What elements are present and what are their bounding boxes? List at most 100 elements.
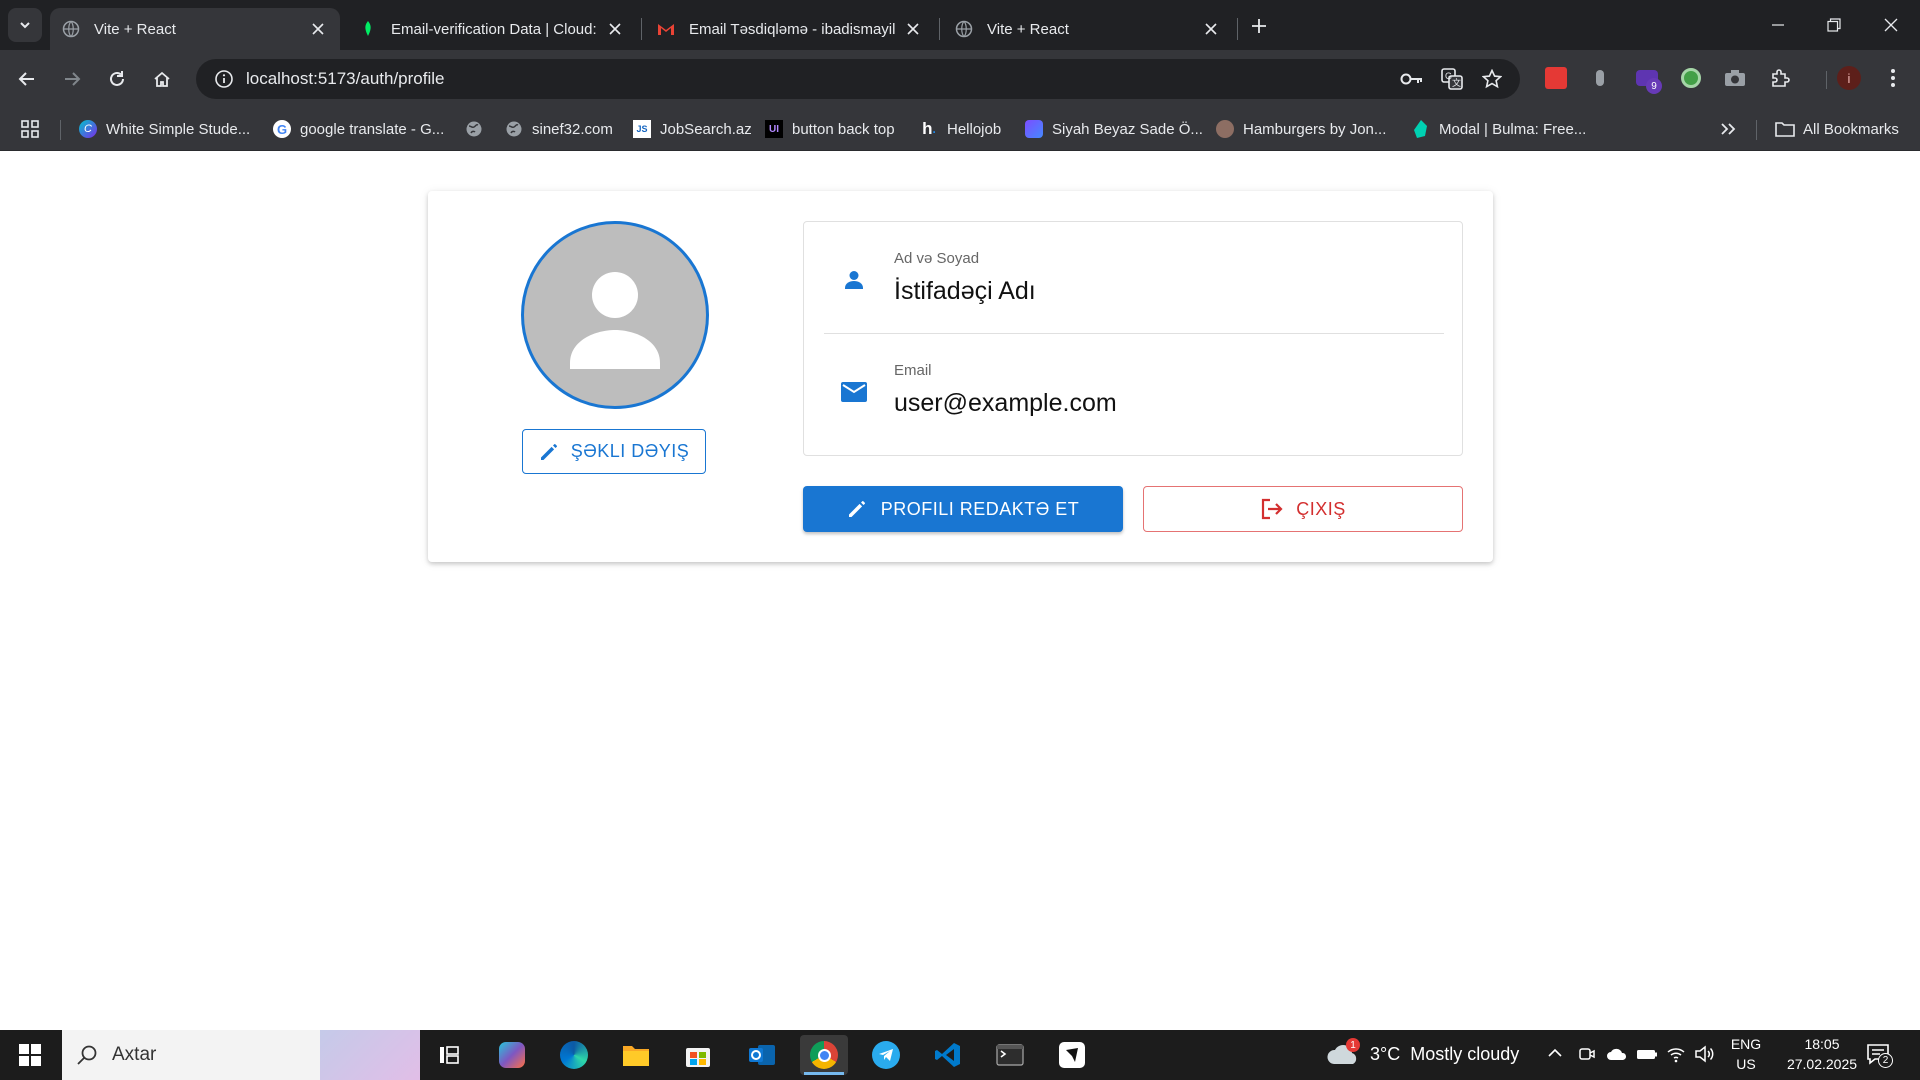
start-button[interactable] xyxy=(0,1030,60,1080)
home-button[interactable] xyxy=(146,63,178,95)
file-explorer-app[interactable] xyxy=(612,1035,660,1075)
microsoft-store-app[interactable] xyxy=(674,1035,722,1075)
forward-button[interactable] xyxy=(56,63,88,95)
task-view-button[interactable] xyxy=(425,1035,473,1075)
google-icon: G xyxy=(272,119,292,139)
telegram-app[interactable] xyxy=(862,1035,910,1075)
bookmark-bulma-modal[interactable]: Modal | Bulma: Free... xyxy=(1411,116,1586,142)
bookmark-google-translate[interactable]: G google translate - G... xyxy=(272,116,444,142)
extension-purple-icon[interactable]: 9 xyxy=(1632,63,1662,94)
tab-separator xyxy=(939,18,940,40)
copilot-app[interactable] xyxy=(488,1035,536,1075)
bookmark-globe[interactable] xyxy=(464,116,492,142)
site-info-button[interactable] xyxy=(204,59,244,99)
search-icon xyxy=(77,1045,97,1065)
more-menu-icon[interactable] xyxy=(1878,63,1908,93)
chevron-up-icon[interactable] xyxy=(1546,1044,1564,1067)
svg-text:文: 文 xyxy=(1452,77,1461,88)
bookmark-hamburgers[interactable]: Hamburgers by Jon... xyxy=(1215,116,1386,142)
tab-vite-react-2[interactable]: Vite + React xyxy=(943,8,1233,50)
bookmark-button-back-top[interactable]: UI button back top xyxy=(764,116,895,142)
close-icon[interactable] xyxy=(308,19,328,39)
tab-search-button[interactable] xyxy=(8,8,42,42)
close-icon[interactable] xyxy=(605,19,625,39)
chrome-icon xyxy=(810,1041,838,1069)
meet-now-icon[interactable] xyxy=(1578,1045,1596,1068)
extension-green-icon[interactable] xyxy=(1676,63,1706,93)
browser-toolbar: localhost:5173/auth/profile G文 9 i xyxy=(0,50,1920,108)
wifi-icon[interactable] xyxy=(1666,1045,1686,1068)
battery-icon[interactable] xyxy=(1636,1045,1658,1068)
restore-button[interactable] xyxy=(1805,0,1863,50)
extension-badge: 9 xyxy=(1646,78,1662,94)
tab-gmail[interactable]: Email Təsdiqləmə - ibadismayilo xyxy=(645,8,935,50)
address-bar[interactable]: localhost:5173/auth/profile G文 xyxy=(196,59,1520,99)
translate-icon: G文 xyxy=(1441,68,1463,90)
hamburger-icon xyxy=(1215,119,1235,139)
volume-icon[interactable] xyxy=(1694,1045,1716,1068)
extensions-puzzle-icon[interactable] xyxy=(1766,63,1796,93)
bookmark-white-simple[interactable]: C White Simple Stude... xyxy=(78,116,250,142)
close-window-button[interactable] xyxy=(1862,0,1920,50)
globe-icon xyxy=(955,20,973,38)
tab-title: Vite + React xyxy=(94,20,176,38)
reload-button[interactable] xyxy=(101,63,133,95)
close-icon xyxy=(1884,18,1898,32)
onedrive-icon[interactable] xyxy=(1606,1045,1628,1068)
bookmark-sinef32[interactable]: sinef32.com xyxy=(504,116,613,142)
bookmark-jobsearch[interactable]: JS JobSearch.az xyxy=(632,116,752,142)
translate-button[interactable]: G文 xyxy=(1436,63,1468,95)
terminal-app[interactable] xyxy=(986,1035,1034,1075)
apps-grid-icon xyxy=(21,120,39,138)
back-button[interactable] xyxy=(11,63,43,95)
arrow-right-icon xyxy=(65,72,81,86)
edit-profile-label: PROFILI REDAKTƏ ET xyxy=(880,498,1080,519)
restore-icon xyxy=(1827,18,1841,32)
email-row: Email user@example.com xyxy=(824,334,1444,424)
extension-red-icon[interactable] xyxy=(1541,63,1571,93)
folder-icon xyxy=(1775,119,1795,139)
profile-avatar[interactable]: i xyxy=(1834,63,1864,93)
taskbar-search[interactable]: Axtar xyxy=(62,1030,420,1080)
apps-grid-button[interactable] xyxy=(20,116,40,142)
jobsearch-icon: JS xyxy=(632,119,652,139)
minimize-button[interactable] xyxy=(1749,0,1807,50)
outlook-app[interactable] xyxy=(738,1035,786,1075)
chrome-app[interactable] xyxy=(800,1035,848,1075)
tab-vite-react-1[interactable]: Vite + React xyxy=(50,8,340,50)
cursor-app[interactable] xyxy=(1048,1035,1096,1075)
edge-icon xyxy=(560,1041,588,1069)
tab-separator xyxy=(641,18,642,40)
logout-icon xyxy=(1262,498,1283,520)
vscode-app[interactable] xyxy=(924,1035,972,1075)
windows-logo-icon xyxy=(19,1044,41,1066)
chevron-down-icon xyxy=(20,22,30,29)
notification-center-button[interactable]: 2 xyxy=(1866,1042,1893,1071)
clock[interactable]: 18:05 27.02.2025 xyxy=(1772,1036,1872,1072)
weather-text[interactable]: 3°C Mostly cloudy xyxy=(1370,1044,1519,1065)
bookmarks-overflow-button[interactable] xyxy=(1720,116,1736,142)
logout-button[interactable]: ÇIXIŞ xyxy=(1143,486,1463,532)
bookmark-star-button[interactable] xyxy=(1476,63,1508,95)
weather-badge: 1 xyxy=(1346,1038,1360,1052)
close-icon[interactable] xyxy=(1201,19,1221,39)
weather-icon[interactable]: 1 xyxy=(1326,1038,1366,1070)
bookmark-hellojob[interactable]: h. Hellojob xyxy=(919,116,1001,142)
tab-email-verification[interactable]: Email-verification Data | Cloud: xyxy=(347,8,637,50)
close-icon[interactable] xyxy=(903,19,923,39)
new-tab-button[interactable] xyxy=(1245,12,1273,40)
password-key-button[interactable] xyxy=(1396,63,1428,95)
bookmark-siyah-beyaz[interactable]: Siyah Beyaz Sade Ö... xyxy=(1024,116,1203,142)
globe-icon xyxy=(62,20,80,38)
edge-app[interactable] xyxy=(550,1035,598,1075)
page-content: ŞƏKLI DƏYIŞ Ad və Soyad İstifadəçi Adı E… xyxy=(0,151,1920,1030)
camera-icon[interactable] xyxy=(1720,63,1750,93)
key-icon xyxy=(1400,73,1422,85)
edit-profile-button[interactable]: PROFILI REDAKTƏ ET xyxy=(803,486,1123,532)
change-photo-button[interactable]: ŞƏKLI DƏYIŞ xyxy=(522,429,706,474)
pencil-icon xyxy=(848,500,865,517)
extension-gray-icon[interactable] xyxy=(1585,63,1615,93)
all-bookmarks-button[interactable]: All Bookmarks xyxy=(1775,116,1899,142)
language-indicator[interactable]: ENG US xyxy=(1726,1036,1766,1072)
double-chevron-right-icon xyxy=(1721,123,1736,135)
